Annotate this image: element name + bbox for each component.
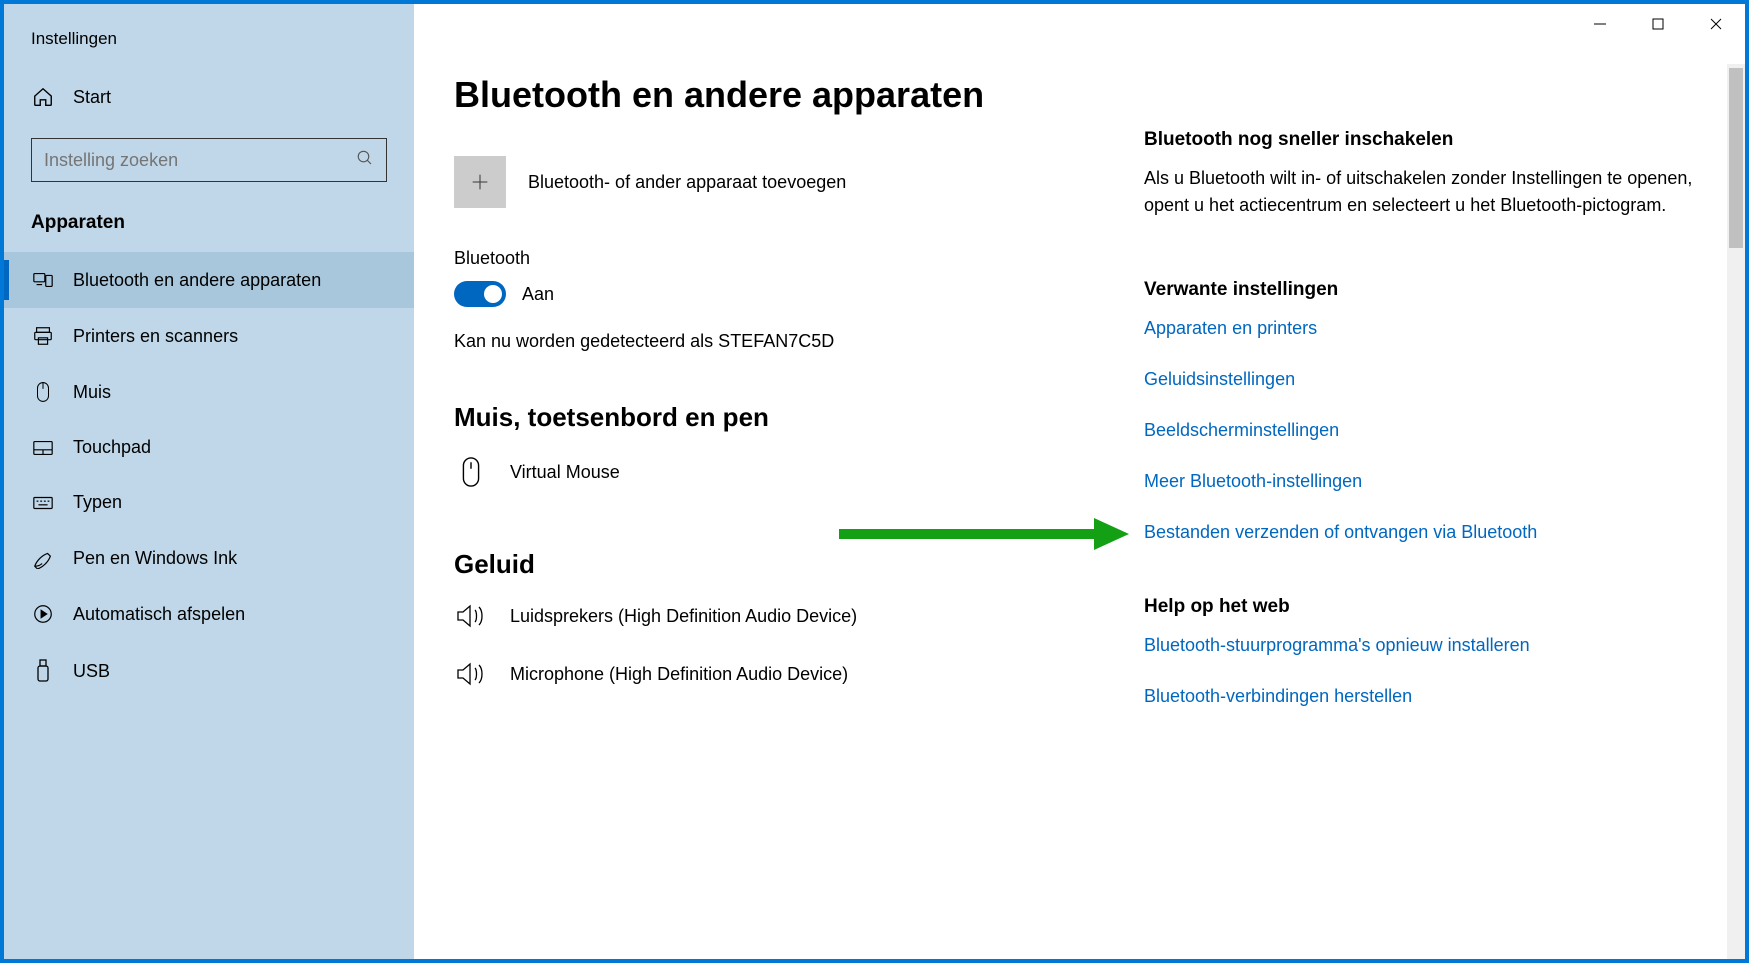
category-heading-sound: Geluid	[454, 549, 1114, 580]
device-item[interactable]: Microphone (High Definition Audio Device…	[454, 660, 1114, 688]
nav-bluetooth-devices[interactable]: Bluetooth en andere apparaten	[4, 252, 414, 308]
printer-icon	[31, 325, 55, 347]
titlebar-controls	[1571, 4, 1745, 44]
device-label: Virtual Mouse	[510, 462, 620, 483]
nav-label: Printers en scanners	[73, 326, 238, 347]
add-device[interactable]: Bluetooth- of ander apparaat toevoegen	[454, 156, 1114, 208]
bluetooth-toggle[interactable]	[454, 281, 506, 307]
bluetooth-toggle-label: Aan	[522, 284, 554, 305]
pen-icon	[31, 547, 55, 569]
keyboard-icon	[31, 495, 55, 511]
link-devices-printers[interactable]: Apparaten en printers	[1144, 315, 1705, 342]
nav-label: Bluetooth en andere apparaten	[73, 270, 321, 291]
nav-label: USB	[73, 661, 110, 682]
home-label: Start	[73, 87, 111, 108]
app-title: Instellingen	[4, 24, 414, 74]
quick-text: Als u Bluetooth wilt in- of uitschakelen…	[1144, 165, 1705, 219]
maximize-button[interactable]	[1629, 4, 1687, 44]
related-heading: Verwante instellingen	[1144, 279, 1705, 301]
autoplay-icon	[31, 603, 55, 625]
close-button[interactable]	[1687, 4, 1745, 44]
link-send-receive-bluetooth[interactable]: Bestanden verzenden of ontvangen via Blu…	[1144, 519, 1705, 546]
mouse-icon	[454, 455, 488, 489]
home-icon	[31, 86, 55, 108]
quick-heading: Bluetooth nog sneller inschakelen	[1144, 129, 1705, 151]
search-box[interactable]	[31, 138, 387, 182]
search-input[interactable]	[44, 150, 356, 171]
usb-icon	[31, 659, 55, 683]
section-label: Apparaten	[4, 204, 414, 252]
sidebar: Instellingen Start Apparaten Bluetooth e…	[4, 4, 414, 959]
device-label: Luidsprekers (High Definition Audio Devi…	[510, 606, 857, 627]
link-sound-settings[interactable]: Geluidsinstellingen	[1144, 366, 1705, 393]
link-display-settings[interactable]: Beeldscherminstellingen	[1144, 417, 1705, 444]
nav-label: Pen en Windows Ink	[73, 548, 237, 569]
help-heading: Help op het web	[1144, 596, 1705, 618]
nav-printers[interactable]: Printers en scanners	[4, 308, 414, 364]
link-reinstall-drivers[interactable]: Bluetooth-stuurprogramma's opnieuw insta…	[1144, 632, 1705, 659]
nav-touchpad[interactable]: Touchpad	[4, 420, 414, 475]
link-fix-connections[interactable]: Bluetooth-verbindingen herstellen	[1144, 683, 1705, 710]
search-icon	[356, 149, 374, 172]
nav-pen[interactable]: Pen en Windows Ink	[4, 530, 414, 586]
category-heading-mouse: Muis, toetsenbord en pen	[454, 402, 1114, 433]
device-item[interactable]: Luidsprekers (High Definition Audio Devi…	[454, 602, 1114, 630]
link-more-bluetooth[interactable]: Meer Bluetooth-instellingen	[1144, 468, 1705, 495]
nav-label: Muis	[73, 382, 111, 403]
bluetooth-status: Kan nu worden gedetecteerd als STEFAN7C5…	[454, 331, 1114, 352]
page-title: Bluetooth en andere apparaten	[454, 74, 1114, 116]
nav-label: Typen	[73, 492, 122, 513]
minimize-button[interactable]	[1571, 4, 1629, 44]
home-nav[interactable]: Start	[4, 74, 414, 120]
bluetooth-heading: Bluetooth	[454, 248, 1114, 269]
nav-typing[interactable]: Typen	[4, 475, 414, 530]
speaker-icon	[454, 660, 488, 688]
nav-autoplay[interactable]: Automatisch afspelen	[4, 586, 414, 642]
speaker-icon	[454, 602, 488, 630]
devices-icon	[31, 269, 55, 291]
add-device-button[interactable]	[454, 156, 506, 208]
nav-label: Automatisch afspelen	[73, 604, 245, 625]
nav-usb[interactable]: USB	[4, 642, 414, 700]
mouse-icon	[31, 381, 55, 403]
nav-label: Touchpad	[73, 437, 151, 458]
nav-mouse[interactable]: Muis	[4, 364, 414, 420]
main-content: Bluetooth en andere apparaten Bluetooth-…	[414, 4, 1745, 959]
touchpad-icon	[31, 439, 55, 457]
add-device-label: Bluetooth- of ander apparaat toevoegen	[528, 172, 846, 193]
device-item[interactable]: Virtual Mouse	[454, 455, 1114, 489]
scrollbar-thumb[interactable]	[1729, 68, 1743, 248]
device-label: Microphone (High Definition Audio Device…	[510, 664, 848, 685]
